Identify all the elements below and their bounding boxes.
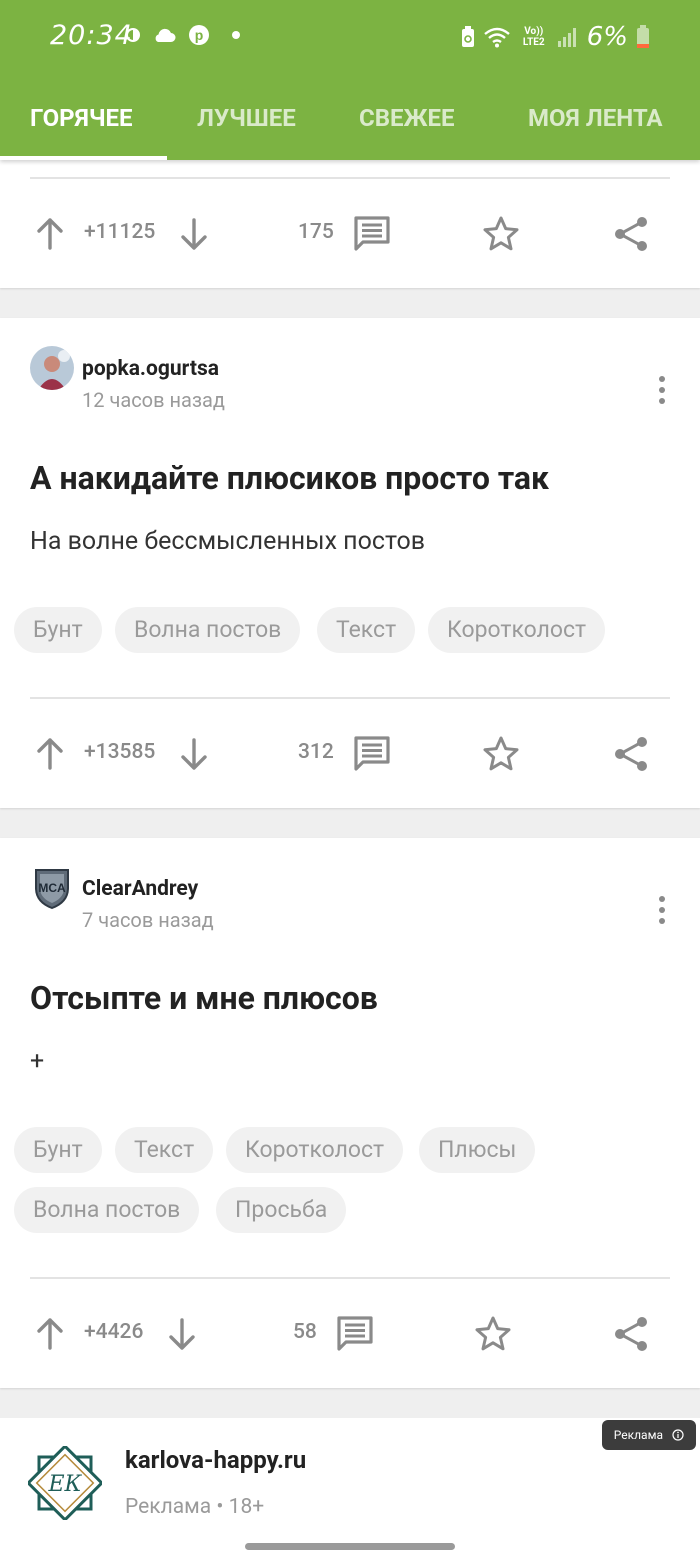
info-icon [672, 1429, 684, 1441]
ad-badge-label: Реклама [613, 1428, 664, 1442]
svg-text:ЕК: ЕК [47, 1472, 82, 1497]
post-time: 7 часов назад [82, 908, 214, 932]
tag[interactable]: Коротколост [428, 607, 606, 653]
wifi-icon [483, 27, 510, 48]
author-name[interactable]: ClearAndrey [82, 877, 198, 901]
tab-best[interactable]: ЛУЧШЕЕ [197, 104, 296, 132]
avatar[interactable]: MCA [30, 866, 74, 910]
rating: +4426 [84, 1320, 144, 1344]
tag[interactable]: Текст [115, 1127, 214, 1173]
tag[interactable]: Текст [317, 607, 416, 653]
tag[interactable]: Бунт [14, 1127, 102, 1173]
share-icon[interactable] [611, 1314, 651, 1354]
downvote-icon[interactable] [174, 734, 214, 774]
rating: +13585 [84, 740, 156, 764]
system-icons: Vo)) LTE2 6% [461, 22, 650, 52]
tab-fresh[interactable]: СВЕЖЕЕ [359, 104, 455, 132]
comments-count: 58 [293, 1320, 317, 1344]
post-actions: +4426 58 [0, 1314, 700, 1374]
tag[interactable]: Волна постов [14, 1187, 200, 1233]
favorite-star-icon[interactable] [481, 734, 521, 774]
cloud-icon [155, 28, 176, 42]
top-app-bar: 20:34 p Vo)) LTE2 6% ГОРЯЧЕЕ ЛУЧШЕЕ СВЕЖ… [0, 0, 700, 160]
battery-saver-icon [461, 26, 474, 47]
post-card: popka.ogurtsa 12 часов назад А накидайте… [0, 318, 700, 808]
comments-icon[interactable] [352, 734, 392, 774]
share-icon[interactable] [611, 734, 651, 774]
feed-tabs: ГОРЯЧЕЕ ЛУЧШЕЕ СВЕЖЕЕ МОЯ ЛЕНТА [0, 90, 700, 160]
upvote-icon[interactable] [30, 214, 70, 254]
upvote-icon[interactable] [30, 1314, 70, 1354]
tag[interactable]: Волна постов [115, 607, 301, 653]
battery-percent: 6% [586, 22, 628, 52]
post-title[interactable]: Отсыпте и мне плюсов [30, 979, 378, 1017]
lte-indicator: Vo)) LTE2 [522, 26, 545, 48]
post-divider [30, 1277, 670, 1279]
svg-text:MCA: MCA [38, 881, 66, 895]
downvote-icon[interactable] [162, 1314, 202, 1354]
post-actions: +11125 175 [0, 214, 700, 274]
more-options-icon[interactable] [656, 894, 668, 926]
dot-icon [232, 31, 240, 39]
post-time: 12 часов назад [82, 388, 225, 412]
share-icon[interactable] [611, 214, 651, 254]
tab-my-feed[interactable]: МОЯ ЛЕНТА [528, 104, 663, 132]
notification-icons: p [126, 24, 240, 46]
post-title[interactable]: А накидайте плюсиков просто так [30, 459, 549, 497]
rating: +11125 [84, 220, 156, 244]
more-options-icon[interactable] [656, 374, 668, 406]
post-card: MCA ClearAndrey 7 часов назад Отсыпте и … [0, 838, 700, 1388]
post-divider [30, 697, 670, 699]
post-text: + [30, 1047, 45, 1076]
svg-text:p: p [195, 27, 204, 43]
comments-count: 312 [298, 740, 334, 764]
comments-count: 175 [298, 220, 334, 244]
tab-hot[interactable]: ГОРЯЧЕЕ [30, 104, 133, 132]
battery-icon [637, 25, 649, 48]
ad-card[interactable]: ЕК karlova-happy.ru Реклама • 18+ [0, 1418, 700, 1561]
dark-mode-icon [126, 28, 140, 42]
tag[interactable]: Просьба [216, 1187, 347, 1233]
signal-icon [557, 28, 576, 47]
status-bar: 20:34 p Vo)) LTE2 6% [0, 0, 700, 72]
avatar[interactable] [30, 346, 74, 390]
favorite-star-icon[interactable] [473, 1314, 513, 1354]
ad-site[interactable]: karlova-happy.ru [125, 1446, 306, 1474]
tag[interactable]: Бунт [14, 607, 102, 653]
post-divider [30, 177, 670, 179]
favorite-star-icon[interactable] [481, 214, 521, 254]
ad-logo: ЕК [28, 1446, 102, 1520]
clock: 20:34 [50, 20, 133, 51]
tag[interactable]: Плюсы [419, 1127, 536, 1173]
pinterest-icon: p [189, 25, 209, 45]
home-indicator[interactable] [245, 1543, 455, 1550]
upvote-icon[interactable] [30, 734, 70, 774]
ad-badge[interactable]: Реклама [601, 1420, 696, 1450]
comments-icon[interactable] [335, 1314, 375, 1354]
tab-indicator [0, 156, 167, 160]
comments-icon[interactable] [352, 214, 392, 254]
post-text: На волне бессмысленных постов [30, 527, 426, 556]
downvote-icon[interactable] [174, 214, 214, 254]
post-actions: +13585 312 [0, 734, 700, 794]
tag[interactable]: Коротколост [226, 1127, 404, 1173]
ad-meta: Реклама • 18+ [125, 1495, 265, 1519]
author-name[interactable]: popka.ogurtsa [82, 357, 219, 381]
